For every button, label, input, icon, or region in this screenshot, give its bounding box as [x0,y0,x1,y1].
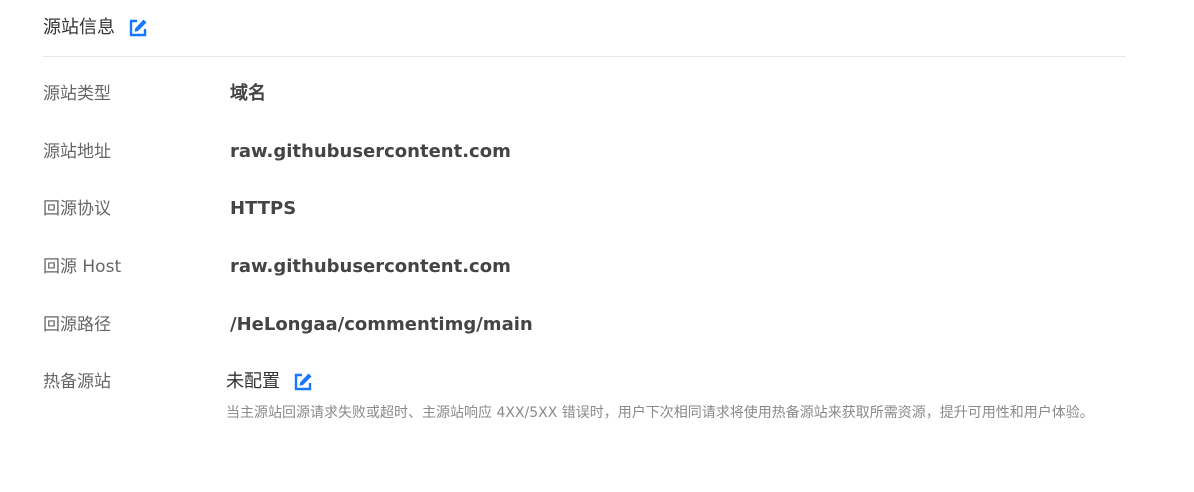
hot-backup-hint: 当主源站回源请求失败或超时、主源站响应 4XX/5XX 错误时，用户下次相同请求… [226,405,1094,421]
row-origin-type: 源站类型 域名 [43,82,1126,106]
row-hot-backup: 热备源站 未配置 当主源站回源请求失败或超时、主源站响应 4XX/5XX 错误时… [43,370,1126,426]
hot-backup-content: 未配置 当主源站回源请求失败或超时、主源站响应 4XX/5XX 错误时，用户下次… [226,370,1126,426]
hot-backup-edit-icon[interactable] [292,371,314,393]
panel-title: 源站信息 [43,17,115,38]
origin-protocol-label: 回源协议 [43,199,111,219]
hot-backup-label: 热备源站 [43,372,111,392]
row-origin-protocol: 回源协议 HTTPS [43,197,1126,221]
hot-backup-value: 未配置 [226,371,280,392]
origin-protocol-value: HTTPS [230,198,297,219]
origin-path-value: /HeLongaa/commentimg/main [230,314,533,335]
origin-info-panel: 源站信息 源站类型 域名 源站地址 raw.githubusercontent.… [43,0,1126,421]
origin-address-value: raw.githubusercontent.com [230,141,511,162]
origin-type-label: 源站类型 [43,84,111,104]
origin-address-label: 源站地址 [43,142,111,162]
origin-host-label: 回源 Host [43,257,122,277]
origin-path-label: 回源路径 [43,315,111,335]
row-origin-path: 回源路径 /HeLongaa/commentimg/main [43,313,1126,337]
row-origin-address: 源站地址 raw.githubusercontent.com [43,140,1126,164]
panel-header: 源站信息 [43,0,1126,57]
origin-type-value: 域名 [230,83,266,104]
origin-host-value: raw.githubusercontent.com [230,256,511,277]
row-origin-host: 回源 Host raw.githubusercontent.com [43,255,1126,279]
edit-icon[interactable] [127,17,149,39]
hot-backup-edit-icon-glyph [294,373,312,391]
hot-backup-line: 未配置 [226,370,1126,394]
edit-icon-glyph [129,19,147,37]
